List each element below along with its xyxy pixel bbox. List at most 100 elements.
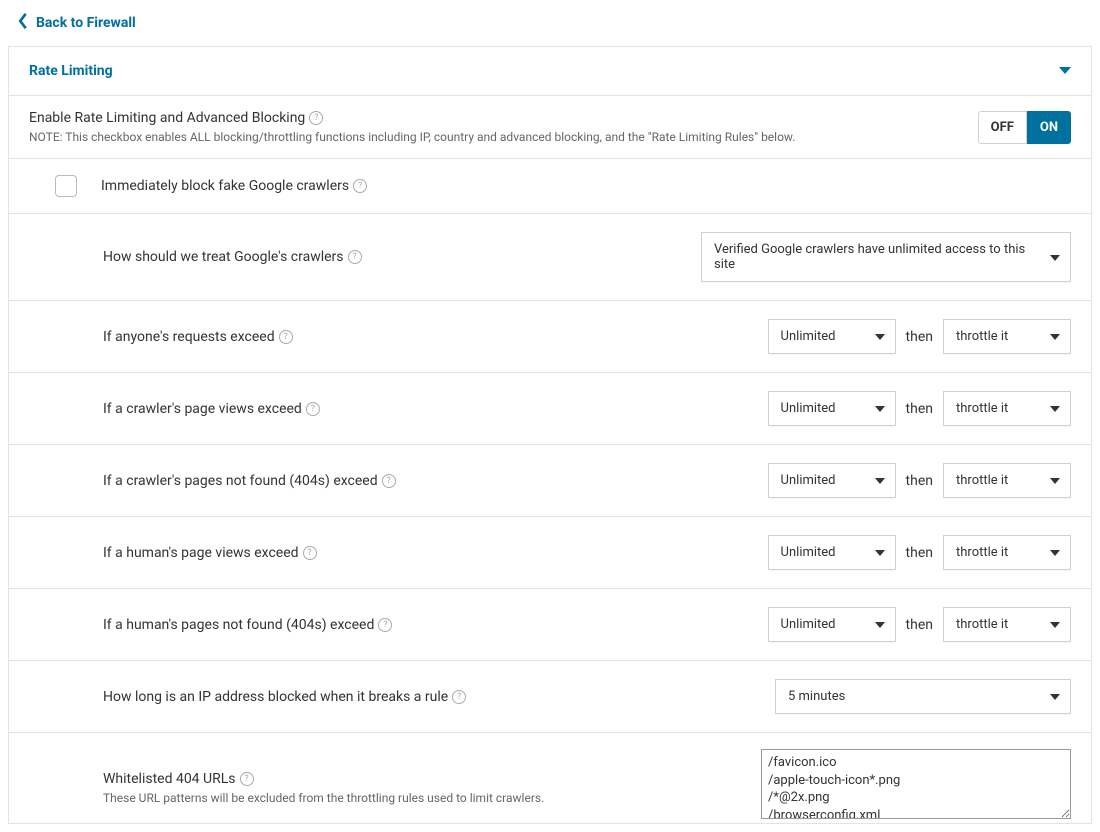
rule-row-anyone: If anyone's requests exceed ? Unlimited … — [9, 301, 1091, 373]
enable-text: Enable Rate Limiting and Advanced Blocki… — [29, 110, 978, 144]
caret-down-icon — [875, 401, 885, 416]
caret-down-icon — [1050, 689, 1060, 704]
action-select[interactable]: throttle it — [943, 535, 1071, 570]
back-link-label: Back to Firewall — [36, 15, 136, 31]
then-text: then — [906, 401, 933, 417]
caret-down-icon — [875, 617, 885, 632]
fake-google-text: Immediately block fake Google crawlers — [101, 178, 349, 194]
rule-row-human-views: If a human's page views exceed ? Unlimit… — [9, 517, 1091, 589]
back-to-firewall-link[interactable]: Back to Firewall — [0, 0, 1100, 46]
rule-row-human-404: If a human's pages not found (404s) exce… — [9, 589, 1091, 661]
help-icon[interactable]: ? — [240, 772, 254, 786]
caret-down-icon — [1050, 250, 1060, 265]
limit-select[interactable]: Unlimited — [768, 463, 896, 498]
rule-label-text: If anyone's requests exceed — [103, 329, 275, 345]
rule-row-crawler-404: If a crawler's pages not found (404s) ex… — [9, 445, 1091, 517]
action-select[interactable]: throttle it — [943, 463, 1071, 498]
caret-down-icon — [875, 545, 885, 560]
action-value: throttle it — [956, 329, 1008, 344]
limit-value: Unlimited — [781, 329, 836, 344]
rule-label: If a crawler's pages not found (404s) ex… — [55, 473, 768, 489]
google-treat-select[interactable]: Verified Google crawlers have unlimited … — [701, 232, 1071, 282]
limit-value: Unlimited — [781, 545, 836, 560]
help-icon[interactable]: ? — [378, 618, 392, 632]
help-icon[interactable]: ? — [309, 111, 323, 125]
whitelist-label-text: Whitelisted 404 URLs — [103, 771, 236, 787]
help-icon[interactable]: ? — [306, 402, 320, 416]
limit-select[interactable]: Unlimited — [768, 607, 896, 642]
whitelist-label-col: Whitelisted 404 URLs ? These URL pattern… — [55, 749, 761, 805]
toggle-off-button[interactable]: OFF — [978, 111, 1027, 144]
then-text: then — [906, 329, 933, 345]
block-duration-value: 5 minutes — [788, 689, 845, 704]
whitelist-textarea[interactable] — [761, 749, 1071, 819]
rule-label: If a human's pages not found (404s) exce… — [55, 617, 768, 633]
chevron-left-icon — [16, 12, 30, 34]
action-value: throttle it — [956, 617, 1008, 632]
help-icon[interactable]: ? — [303, 546, 317, 560]
then-text: then — [906, 473, 933, 489]
action-value: throttle it — [956, 401, 1008, 416]
rule-label: If a human's page views exceed ? — [55, 545, 768, 561]
enable-row: Enable Rate Limiting and Advanced Blocki… — [9, 96, 1091, 159]
block-duration-row: How long is an IP address blocked when i… — [9, 661, 1091, 733]
panel-collapse-toggle[interactable] — [1059, 63, 1071, 79]
enable-label-text: Enable Rate Limiting and Advanced Blocki… — [29, 110, 305, 126]
help-icon[interactable]: ? — [452, 690, 466, 704]
then-text: then — [906, 545, 933, 561]
caret-down-icon — [1050, 473, 1060, 488]
limit-select[interactable]: Unlimited — [768, 391, 896, 426]
rate-limiting-panel: Rate Limiting Enable Rate Limiting and A… — [8, 46, 1092, 824]
action-value: throttle it — [956, 473, 1008, 488]
action-select[interactable]: throttle it — [943, 607, 1071, 642]
enable-note: NOTE: This checkbox enables ALL blocking… — [29, 130, 978, 144]
limit-value: Unlimited — [781, 617, 836, 632]
caret-down-icon — [875, 329, 885, 344]
caret-down-icon — [1050, 545, 1060, 560]
caret-down-icon — [1050, 617, 1060, 632]
rule-controls: Unlimited then throttle it — [768, 319, 1071, 354]
rule-row-crawler-views: If a crawler's page views exceed ? Unlim… — [9, 373, 1091, 445]
block-duration-label: How long is an IP address blocked when i… — [55, 689, 775, 705]
whitelist-note: These URL patterns will be excluded from… — [103, 791, 761, 805]
fake-google-row: Immediately block fake Google crawlers ? — [9, 159, 1091, 214]
fake-google-checkbox[interactable] — [55, 175, 77, 197]
rule-controls: Unlimited then throttle it — [768, 463, 1071, 498]
action-select[interactable]: throttle it — [943, 319, 1071, 354]
google-treat-text: How should we treat Google's crawlers — [103, 249, 344, 265]
whitelist-label: Whitelisted 404 URLs ? — [103, 771, 761, 787]
help-icon[interactable]: ? — [382, 474, 396, 488]
help-icon[interactable]: ? — [279, 330, 293, 344]
action-value: throttle it — [956, 545, 1008, 560]
caret-down-icon — [1050, 401, 1060, 416]
caret-down-icon — [1059, 63, 1071, 79]
block-duration-select[interactable]: 5 minutes — [775, 679, 1071, 714]
google-treat-row: How should we treat Google's crawlers ? … — [9, 214, 1091, 301]
caret-down-icon — [1050, 329, 1060, 344]
rule-label-text: If a crawler's pages not found (404s) ex… — [103, 473, 378, 489]
limit-select[interactable]: Unlimited — [768, 535, 896, 570]
toggle-on-button[interactable]: ON — [1027, 111, 1071, 144]
limit-select[interactable]: Unlimited — [768, 319, 896, 354]
rule-controls: Unlimited then throttle it — [768, 607, 1071, 642]
google-treat-value: Verified Google crawlers have unlimited … — [714, 242, 1040, 272]
panel-title: Rate Limiting — [29, 63, 113, 79]
action-select[interactable]: throttle it — [943, 391, 1071, 426]
help-icon[interactable]: ? — [348, 250, 362, 264]
enable-label: Enable Rate Limiting and Advanced Blocki… — [29, 110, 323, 126]
panel-header: Rate Limiting — [9, 47, 1091, 96]
rule-label: If anyone's requests exceed ? — [55, 329, 768, 345]
whitelist-row: Whitelisted 404 URLs ? These URL pattern… — [9, 733, 1091, 823]
then-text: then — [906, 617, 933, 633]
fake-google-label: Immediately block fake Google crawlers ? — [101, 178, 367, 194]
limit-value: Unlimited — [781, 473, 836, 488]
caret-down-icon — [875, 473, 885, 488]
enable-toggle: OFF ON — [978, 111, 1071, 144]
rule-label: If a crawler's page views exceed ? — [55, 401, 768, 417]
limit-value: Unlimited — [781, 401, 836, 416]
rule-controls: Unlimited then throttle it — [768, 391, 1071, 426]
google-treat-label: How should we treat Google's crawlers ? — [55, 249, 701, 265]
rule-label-text: If a human's pages not found (404s) exce… — [103, 617, 374, 633]
rule-label-text: If a human's page views exceed — [103, 545, 299, 561]
help-icon[interactable]: ? — [353, 179, 367, 193]
